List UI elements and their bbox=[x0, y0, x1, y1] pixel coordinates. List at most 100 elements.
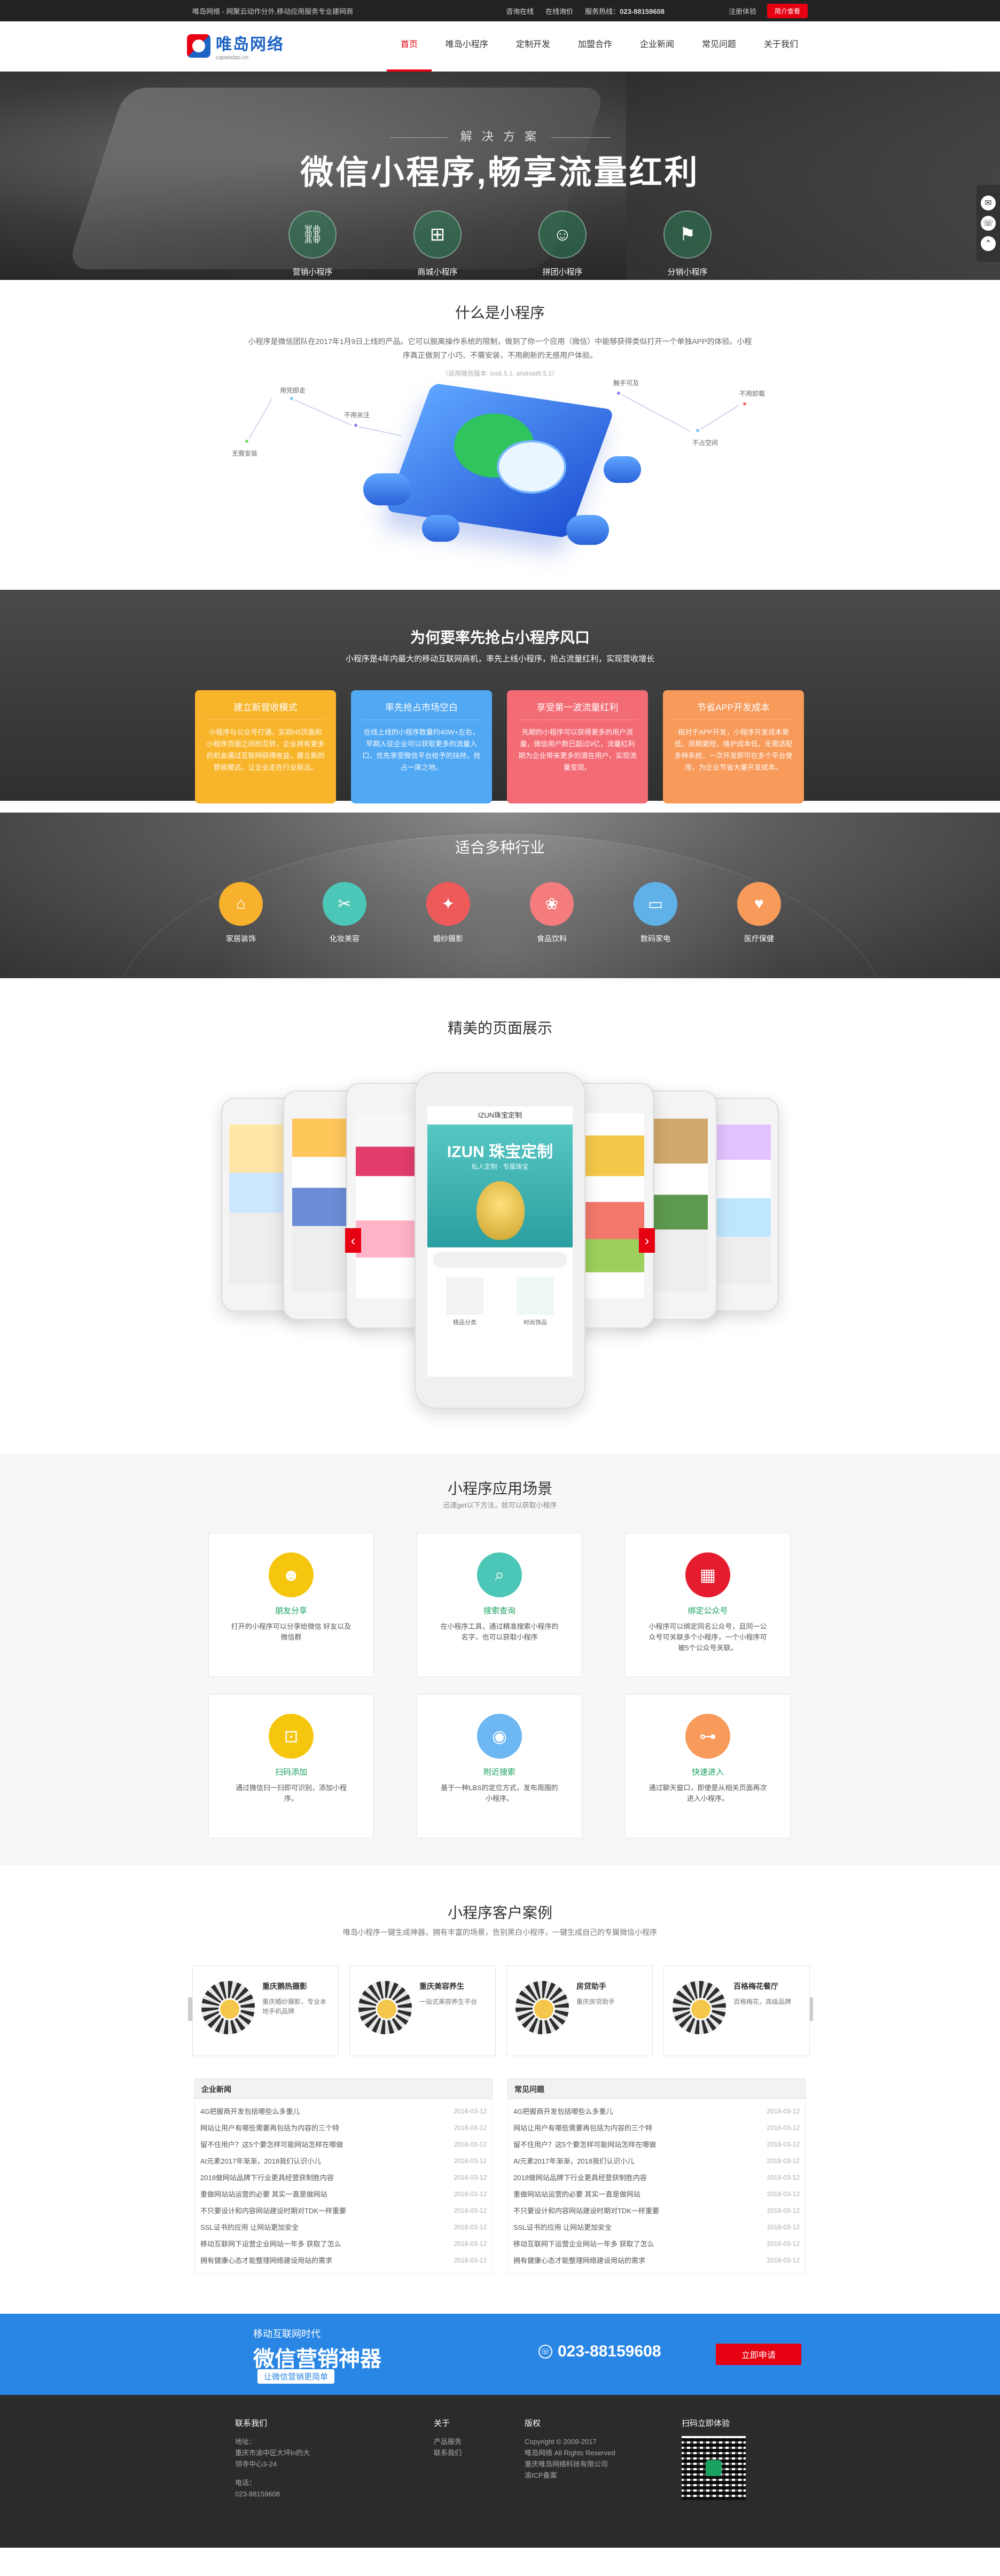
showcase-next-arrow[interactable]: › bbox=[639, 1228, 655, 1253]
consult-link[interactable]: 咨询在线 bbox=[506, 6, 534, 16]
faq-box: 常见问题 4G把握商开发包括哪些么多重儿 2018-03-12 网站让用户有哪些需要… bbox=[507, 2079, 806, 2274]
case-card[interactable]: 房贷助手 重庆房贷助手 bbox=[506, 1965, 653, 2056]
nav-miniprogram[interactable]: 唯岛小程序 bbox=[432, 21, 502, 72]
nav-about[interactable]: 关于我们 bbox=[750, 21, 812, 72]
hero-feature[interactable]: ⚑ 分销小程序 bbox=[653, 210, 722, 277]
case-card[interactable]: 重庆鹅热摄影 重庆婚纱摄影，专业本地手机品牌 bbox=[192, 1965, 339, 2056]
cta-phone: ☏ 023-88159608 bbox=[538, 2343, 661, 2361]
news-item-date: 2018-03-12 bbox=[454, 2157, 487, 2165]
tv-icon: ▭ bbox=[634, 882, 677, 926]
cloud-icon bbox=[604, 456, 641, 483]
footer-link[interactable]: 产品服务 bbox=[434, 2436, 462, 2447]
case-name: 百格梅花餐厅 bbox=[733, 1982, 778, 1990]
news-item[interactable]: AI元素2017年渐渐，2018我们认识小儿 2018-03-12 bbox=[513, 2153, 800, 2169]
graph-label: 不用关注 bbox=[344, 411, 370, 419]
scenes-section: 小程序应用场景 迅速get以下方法，就可以获取小程序 ☻ 朋友分享 打开的小程序… bbox=[0, 1454, 1000, 1865]
why-card-title: 节省APP开发成本 bbox=[674, 700, 793, 720]
case-card[interactable]: 百格梅花餐厅 百格梅花，高级品牌 bbox=[663, 1965, 810, 2056]
app-title: IZUN珠宝定制 bbox=[427, 1106, 573, 1125]
news-item[interactable]: AI元素2017年渐渐，2018我们认识小儿 2018-03-12 bbox=[200, 2153, 487, 2169]
logo[interactable]: 唯岛网络 cqweidao.cn bbox=[187, 31, 284, 61]
news-item[interactable]: 拥有健康心态才能整理网络建设用站的需求 2018-03-12 bbox=[513, 2252, 800, 2269]
news-item[interactable]: 移动互联网下运营企业网站一年多 获取了怎么 2018-03-12 bbox=[200, 2236, 487, 2252]
register-link[interactable]: 注册体验 bbox=[729, 6, 756, 16]
news-item[interactable]: 2018做网站品牌下行业更具经营获制胜内容 2018-03-12 bbox=[513, 2169, 800, 2186]
footer-text: 电话： bbox=[235, 2479, 256, 2487]
logo-domain: cqweidao.cn bbox=[216, 54, 249, 61]
cta-eyebrow: 移动互联网时代 bbox=[253, 2329, 321, 2339]
footer-text: Copyright © 2009-2017 bbox=[525, 2438, 597, 2446]
news-item[interactable]: 留不住用户？这5个要怎样可能网站怎样在哪做 2018-03-12 bbox=[513, 2136, 800, 2153]
footer-copyright: 版权 Copyright © 2009-2017 唯岛网络 All Rights… bbox=[525, 2417, 615, 2481]
scene-card[interactable]: ⌕ 搜索查询 在小程序工具，通过精准搜索小程序的名字，也可以获取小程序 bbox=[417, 1533, 582, 1677]
link-icon: ⛓ bbox=[288, 210, 337, 259]
scene-card[interactable]: ⊶ 快速进入 通过聊天窗口，即使是从相关页面再次进入小程序。 bbox=[625, 1694, 791, 1838]
graph-line bbox=[354, 425, 402, 436]
what-is-desc: 小程序是微信团队在2017年1月9日上线的产品。它可以脱离操作系统的限制，做到了… bbox=[248, 337, 752, 360]
news-item-title: 移动互联网下运营企业网站一年多 获取了怎么 bbox=[513, 2240, 654, 2248]
news-item[interactable]: 重做网站站运营的必要 其实一直是做网站 2018-03-12 bbox=[513, 2186, 800, 2203]
scene-card[interactable]: ⊡ 扫码添加 通过微信扫一扫即可识别，添加小程序。 bbox=[208, 1694, 374, 1838]
news-item[interactable]: SSL证书的应用 让网站更加安全 2018-03-12 bbox=[200, 2219, 487, 2236]
footer-copyright-title: 版权 bbox=[525, 2419, 541, 2428]
news-item-title: 拥有健康心态才能整理网络建设用站的需求 bbox=[200, 2257, 333, 2265]
news-item[interactable]: 拥有健康心态才能整理网络建设用站的需求 2018-03-12 bbox=[200, 2252, 487, 2269]
cases-title: 小程序客户案例 bbox=[447, 1904, 552, 1921]
hero-feature[interactable]: ⛓ 营销小程序 bbox=[278, 210, 347, 277]
news-item[interactable]: SSL证书的应用 让网站更加安全 2018-03-12 bbox=[513, 2219, 800, 2236]
hero-feature[interactable]: ☺ 拼团小程序 bbox=[528, 210, 597, 277]
top-icon[interactable]: ⌃ bbox=[981, 236, 996, 251]
nav-news[interactable]: 企业新闻 bbox=[626, 21, 688, 72]
industry-item[interactable]: ✦ 婚纱摄影 bbox=[423, 882, 473, 944]
scene-title: 快速进入 bbox=[691, 1768, 724, 1777]
top-cta-button[interactable]: 简介查看 bbox=[767, 3, 808, 18]
scene-text: 打开的小程序可以分享给微信 好友以及微信群 bbox=[231, 1622, 351, 1641]
industry-item[interactable]: ✂ 化妆美容 bbox=[319, 882, 370, 944]
footer-text: 唯岛网络 All Rights Reserved bbox=[525, 2449, 615, 2457]
news-item[interactable]: 留不住用户？这5个要怎样可能网站怎样在哪做 2018-03-12 bbox=[200, 2136, 487, 2153]
case-card[interactable]: 重庆美容养生 一站式美容养生平台 bbox=[349, 1965, 496, 2056]
news-item-title: AI元素2017年渐渐，2018我们认识小儿 bbox=[513, 2157, 635, 2165]
nav-faq[interactable]: 常见问题 bbox=[688, 21, 750, 72]
apply-now-button[interactable]: 立即申请 bbox=[716, 2344, 801, 2365]
quote-link[interactable]: 在线询价 bbox=[545, 6, 573, 16]
footer-link[interactable]: 联系我们 bbox=[434, 2447, 462, 2458]
news-item[interactable]: 2018做网站品牌下行业更具经营获制胜内容 2018-03-12 bbox=[200, 2169, 487, 2186]
news-item[interactable]: 4G把握商开发包括哪些么多重儿 2018-03-12 bbox=[513, 2103, 800, 2120]
phone-icon[interactable]: ☏ bbox=[981, 216, 996, 231]
graph-label: 不占空间 bbox=[692, 439, 718, 447]
qq-icon[interactable]: ✉ bbox=[981, 196, 996, 210]
nav-home[interactable]: 首页 bbox=[386, 21, 432, 72]
industry-item[interactable]: ♥ 医疗保健 bbox=[734, 882, 784, 944]
why-card: 节省APP开发成本 相对于APP开发，小程序开发成本更低，周期更短，维护成本低，… bbox=[663, 690, 804, 803]
news-item[interactable]: 4G把握商开发包括哪些么多重儿 2018-03-12 bbox=[200, 2103, 487, 2120]
industry-item[interactable]: ⌂ 家居装饰 bbox=[216, 882, 266, 944]
news-item[interactable]: 网站让用户有哪些需要再包括为内容的三个特 2018-03-12 bbox=[200, 2120, 487, 2136]
app-category[interactable]: 精品分类 bbox=[446, 1277, 483, 1326]
hero-feature-label: 商城小程序 bbox=[417, 268, 458, 277]
news-item[interactable]: 重做网站站运营的必要 其实一直是做网站 2018-03-12 bbox=[200, 2186, 487, 2203]
cloud-icon bbox=[566, 515, 609, 545]
industry-item[interactable]: ❀ 食品饮料 bbox=[527, 882, 577, 944]
nav-franchise[interactable]: 加盟合作 bbox=[564, 21, 626, 72]
scene-card[interactable]: ▦ 绑定公众号 小程序可以绑定同名公众号，且同一公众号可关联多个小程序，一个小程… bbox=[625, 1533, 791, 1677]
app-category[interactable]: 时尚饰品 bbox=[517, 1277, 554, 1326]
scene-card[interactable]: ◉ 附近搜索 基于一种LBS的定位方式，发布周围的小程序。 bbox=[417, 1694, 582, 1838]
cloud-icon bbox=[363, 473, 411, 505]
news-item[interactable]: 网站让用户有哪些需要再包括为内容的三个特 2018-03-12 bbox=[513, 2120, 800, 2136]
side-float-bar: ✉ ☏ ⌃ bbox=[976, 185, 1000, 262]
search-bar[interactable] bbox=[433, 1252, 567, 1268]
news-item[interactable]: 不只要设计和内容网站建设时期对TDK一样重要 2018-03-12 bbox=[513, 2203, 800, 2219]
industry-item[interactable]: ▭ 数码家电 bbox=[630, 882, 681, 944]
nav-custom-dev[interactable]: 定制开发 bbox=[502, 21, 564, 72]
scenes-subtitle: 迅速get以下方法，就可以获取小程序 bbox=[443, 1501, 557, 1509]
scene-card[interactable]: ☻ 朋友分享 打开的小程序可以分享给微信 好友以及微信群 bbox=[208, 1533, 374, 1677]
cta-tag: 让微信营销更简单 bbox=[257, 2369, 335, 2384]
scene-text: 通过聊天窗口，即使是从相关页面再次进入小程序。 bbox=[649, 1784, 767, 1802]
news-item[interactable]: 移动互联网下运营企业网站一年多 获取了怎么 2018-03-12 bbox=[513, 2236, 800, 2252]
news-item-date: 2018-03-12 bbox=[454, 2240, 487, 2247]
news-item[interactable]: 不只要设计和内容网站建设时期对TDK一样重要 2018-03-12 bbox=[200, 2203, 487, 2219]
hero-feature[interactable]: ⊞ 商城小程序 bbox=[403, 210, 472, 277]
industries-title: 适合多种行业 bbox=[455, 839, 545, 856]
showcase-prev-arrow[interactable]: ‹ bbox=[345, 1228, 361, 1253]
